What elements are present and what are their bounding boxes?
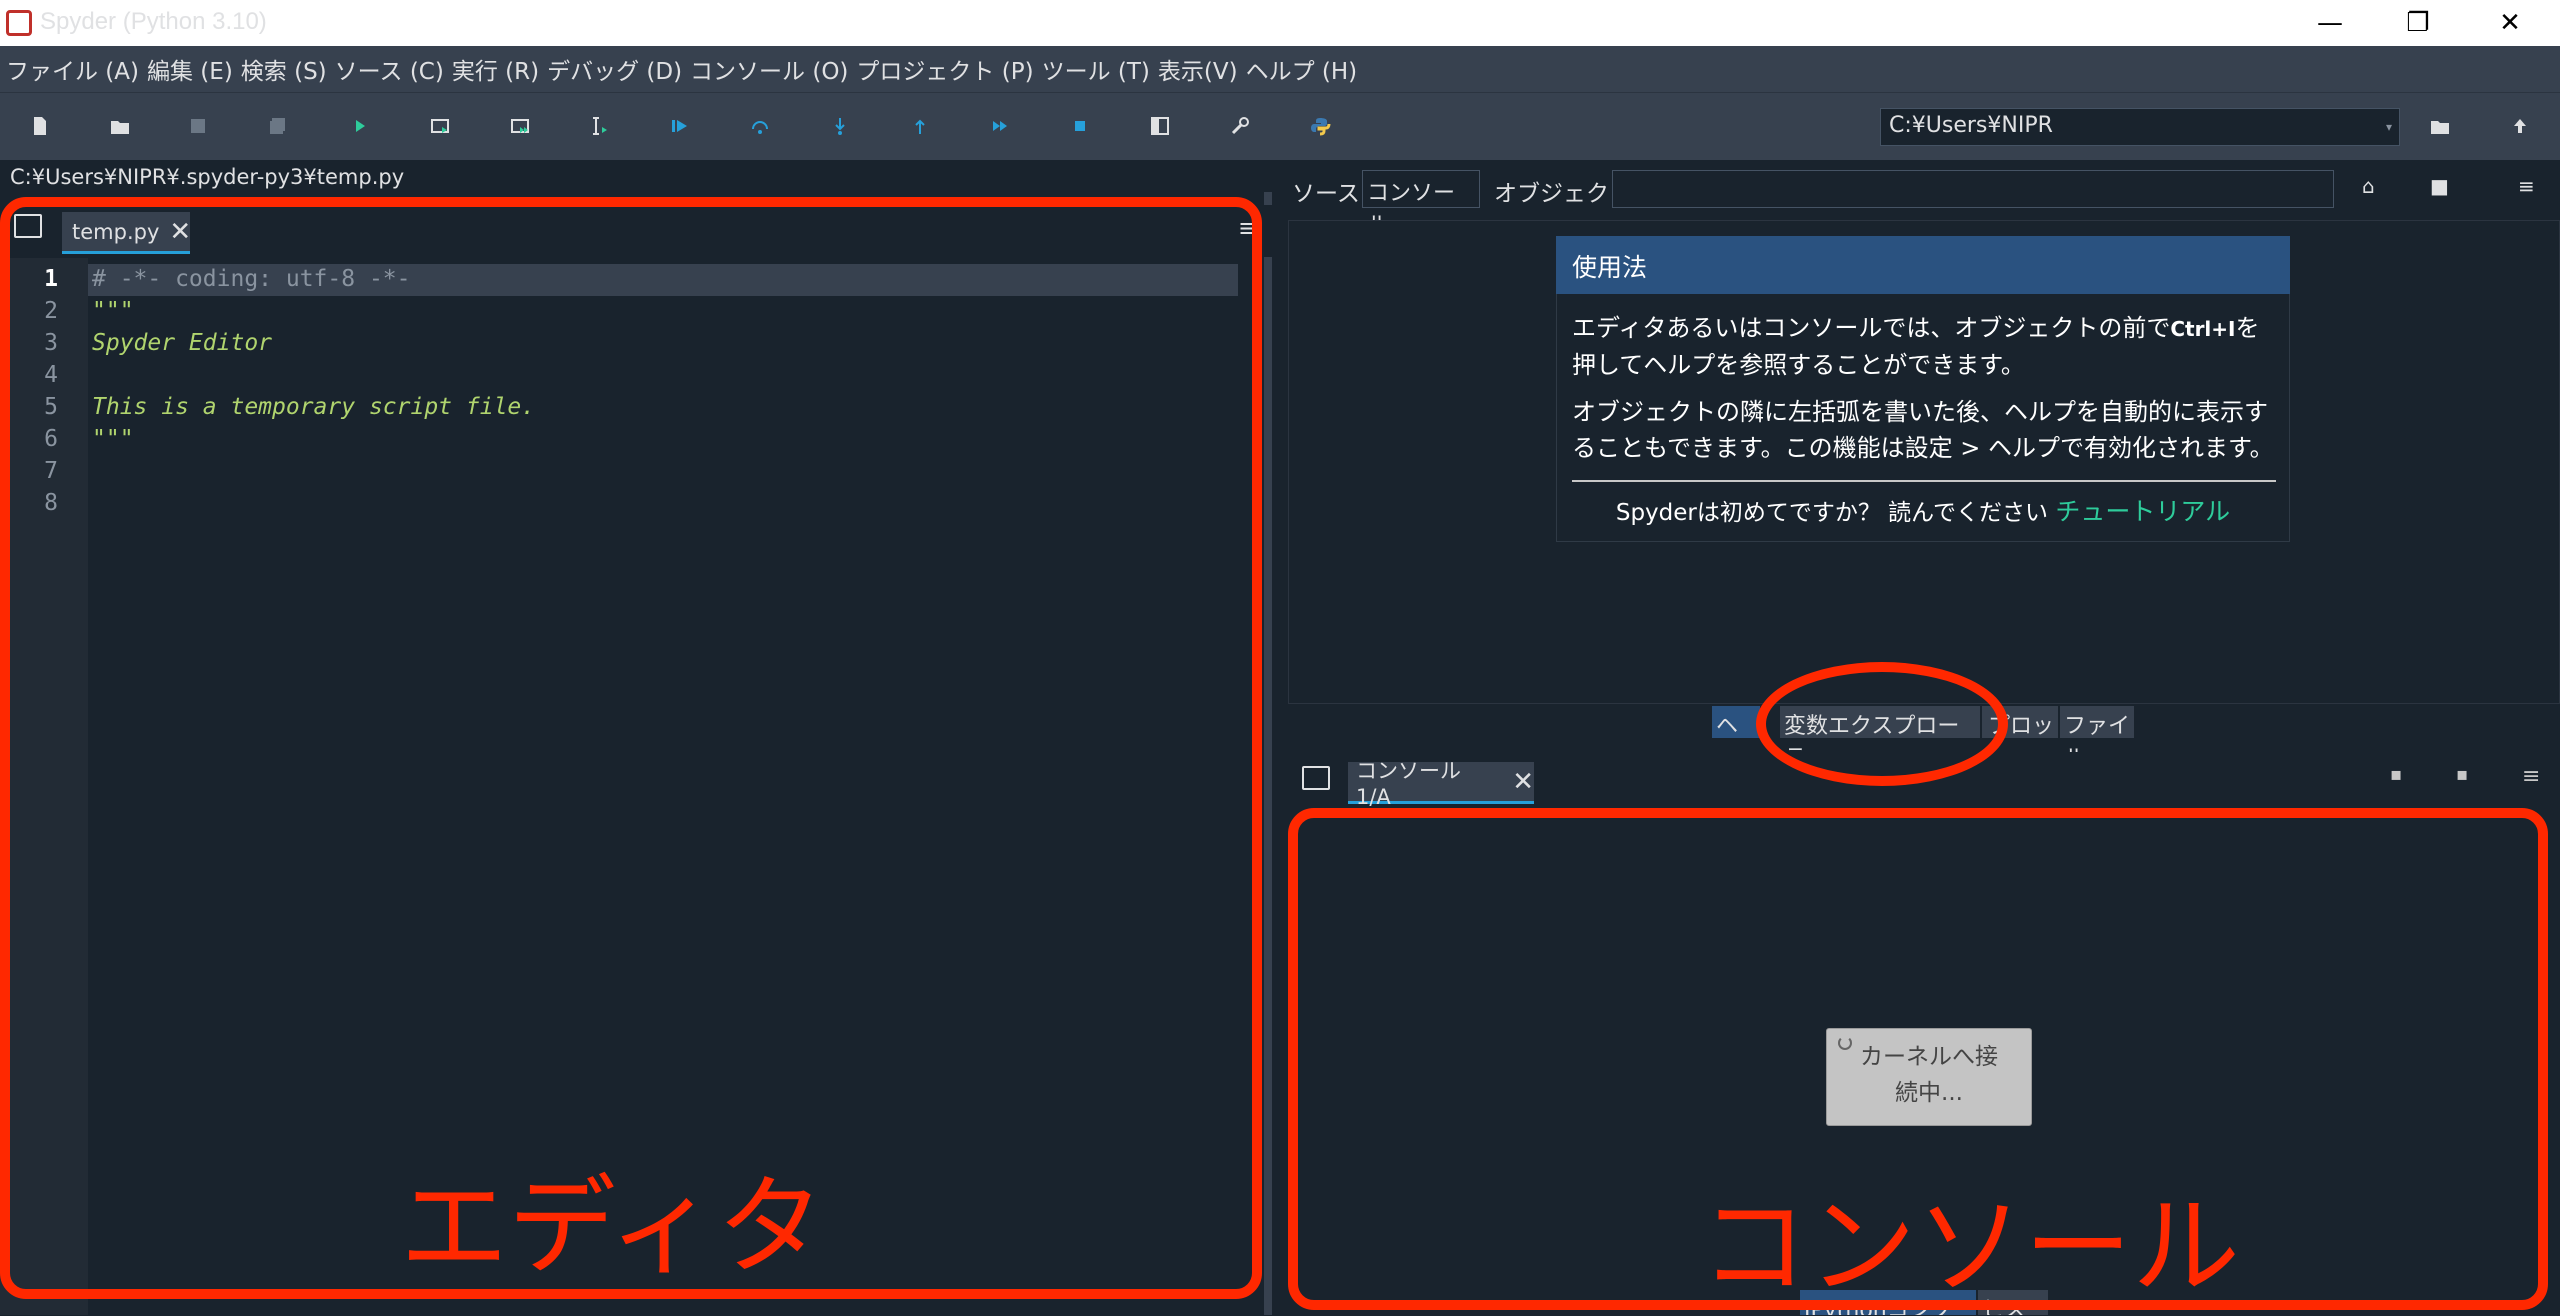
usage-footer: Spyderは初めてですか？ 読んでください チュートリアル bbox=[1615, 497, 2231, 526]
menu-projects[interactable]: プロジェクト (P) bbox=[856, 52, 1033, 86]
menu-search[interactable]: 検索 (S) bbox=[241, 52, 327, 86]
usage-paragraph-2: オブジェクトの隣に左括弧を書いた後、ヘルプを自動的に表示することもできます。この… bbox=[1572, 398, 2274, 462]
browse-tabs-icon[interactable] bbox=[1302, 766, 1330, 790]
window-title: Spyder (Python 3.10) bbox=[40, 8, 267, 35]
minimize-button[interactable]: — bbox=[2284, 0, 2376, 46]
menu-source[interactable]: ソース (C) bbox=[335, 52, 444, 86]
parent-directory-icon[interactable] bbox=[2500, 106, 2540, 146]
menu-file[interactable]: ファイル (A) bbox=[6, 52, 139, 86]
tab-files[interactable]: ファイル bbox=[2060, 706, 2134, 771]
run-selection-icon[interactable] bbox=[580, 106, 620, 146]
working-directory-combo[interactable]: C:¥Users¥NIPR bbox=[1880, 108, 2400, 146]
tab-label: コンソール 1/A bbox=[1356, 758, 1461, 809]
save-all-icon[interactable] bbox=[258, 106, 298, 146]
source-label: ソース bbox=[1292, 181, 1360, 207]
home-icon[interactable]: ⌂ bbox=[2362, 174, 2375, 198]
remove-variables-icon[interactable]: ▪ bbox=[2390, 764, 2402, 785]
stop-icon[interactable] bbox=[1060, 106, 1100, 146]
step-into-icon[interactable] bbox=[820, 106, 860, 146]
continue-icon[interactable] bbox=[980, 106, 1020, 146]
preferences-icon[interactable] bbox=[1220, 106, 1260, 146]
menu-run[interactable]: 実行 (R) bbox=[452, 52, 539, 86]
editor-annotation-box bbox=[0, 197, 1262, 1299]
browse-directory-icon[interactable] bbox=[2420, 106, 2460, 146]
step-icon[interactable] bbox=[740, 106, 780, 146]
divider bbox=[1572, 480, 2276, 482]
stop-icon[interactable]: ▪ bbox=[2456, 764, 2468, 785]
usage-title: 使用法 bbox=[1556, 236, 2290, 294]
step-return-icon[interactable] bbox=[900, 106, 940, 146]
spyder-logo-icon bbox=[6, 10, 32, 36]
usage-paragraph-1: エディタあるいはコンソールでは、オブジェクトの前でCtrl+Iを押してヘルプを参… bbox=[1572, 314, 2260, 379]
menu-tools[interactable]: ツール (T) bbox=[1042, 52, 1150, 86]
console-annotation-label: コンソール bbox=[1700, 1185, 2241, 1310]
source-select[interactable]: コンソール bbox=[1362, 170, 1480, 238]
open-file-icon[interactable] bbox=[100, 106, 140, 146]
menu-debug[interactable]: デバッグ (D) bbox=[547, 52, 682, 86]
maximize-pane-icon[interactable] bbox=[1140, 106, 1180, 146]
tab-console-1a[interactable]: コンソール 1/A ✕ bbox=[1348, 759, 1534, 809]
chevron-down-icon[interactable]: ▾ bbox=[2386, 108, 2400, 146]
new-file-icon[interactable] bbox=[20, 106, 60, 146]
object-input[interactable] bbox=[1612, 170, 2334, 208]
debug-icon[interactable] bbox=[660, 106, 700, 146]
menu-edit[interactable]: 編集 (E) bbox=[147, 52, 233, 86]
menu-view[interactable]: 表示(V) bbox=[1158, 52, 1238, 86]
close-button[interactable]: ✕ bbox=[2464, 0, 2556, 46]
title-bar bbox=[0, 0, 2560, 46]
menu-bar: ファイル (A) 編集 (E) 検索 (S) ソース (C) 実行 (R) デバ… bbox=[0, 46, 2560, 92]
editor-file-path: C:¥Users¥NIPR¥.spyder-py3¥temp.py bbox=[10, 165, 405, 189]
restore-button[interactable]: ❐ bbox=[2372, 0, 2464, 46]
run-cell-icon[interactable] bbox=[420, 106, 460, 146]
editor-annotation-label: エディタ bbox=[400, 1165, 825, 1290]
run-cell-advance-icon[interactable] bbox=[500, 106, 540, 146]
menu-help[interactable]: ヘルプ (H) bbox=[1246, 52, 1358, 86]
python-path-icon[interactable] bbox=[1300, 106, 1340, 146]
tab-help[interactable]: ヘルプ bbox=[1712, 706, 1760, 738]
close-icon[interactable]: ✕ bbox=[1512, 767, 1534, 797]
lock-icon[interactable]: ■ bbox=[2430, 174, 2449, 198]
save-icon[interactable] bbox=[178, 106, 218, 146]
run-icon[interactable] bbox=[340, 106, 380, 146]
tutorial-link[interactable]: チュートリアル bbox=[2055, 497, 2230, 526]
options-menu-icon[interactable]: ≡ bbox=[2518, 174, 2535, 198]
menu-consoles[interactable]: コンソール (O) bbox=[690, 52, 848, 86]
variable-explorer-annotation-ellipse bbox=[1756, 662, 2008, 786]
options-menu-icon[interactable]: ≡ bbox=[2522, 764, 2540, 789]
